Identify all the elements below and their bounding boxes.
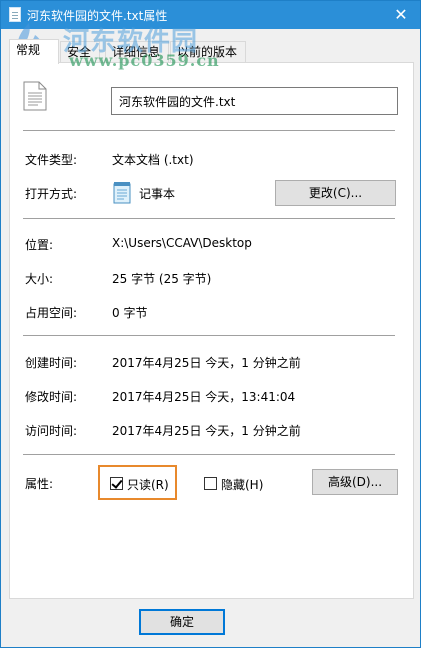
size-on-disk-label: 占用空间: [25, 306, 78, 320]
divider [23, 335, 395, 336]
opens-with-value: 记事本 [139, 187, 176, 201]
size-label: 大小: [25, 272, 54, 286]
accessed-label: 访问时间: [25, 424, 78, 438]
modified-value: 2017年4月25日 今天，13:41:04 [112, 390, 296, 404]
opens-with-label: 打开方式: [25, 187, 78, 201]
window-title: 河东软件园的文件.txt属性 [27, 9, 168, 23]
attributes-label: 属性: [25, 477, 54, 491]
properties-window: 河东软件园的文件.txt属性 ✕ 常规 安全 详细信息 以前的版本 河东软件园 … [0, 0, 421, 648]
file-type-value: 文本文档 (.txt) [112, 153, 194, 167]
close-button[interactable]: ✕ [386, 1, 416, 29]
tab-security[interactable]: 安全 [60, 41, 100, 63]
readonly-checkbox[interactable] [110, 477, 123, 490]
advanced-button[interactable]: 高级(D)... [312, 469, 398, 495]
modified-label: 修改时间: [25, 390, 78, 404]
readonly-label[interactable]: 只读(R) [127, 476, 169, 493]
hidden-label[interactable]: 隐藏(H) [221, 476, 263, 493]
text-file-icon [23, 81, 47, 111]
change-button[interactable]: 更改(C)... [275, 180, 396, 206]
text-file-icon [9, 7, 21, 22]
file-name-input[interactable] [111, 87, 398, 115]
ok-button[interactable]: 确定 [139, 609, 225, 635]
divider [23, 130, 395, 131]
created-label: 创建时间: [25, 356, 78, 370]
tab-general[interactable]: 常规 [9, 39, 59, 64]
accessed-value: 2017年4月25日 今天，1 分钟之前 [112, 424, 301, 438]
location-value: X:\Users\CCAV\Desktop [112, 236, 252, 250]
general-panel [9, 62, 414, 599]
divider [23, 454, 395, 455]
notepad-icon [113, 182, 131, 204]
location-label: 位置: [25, 238, 54, 252]
created-value: 2017年4月25日 今天，1 分钟之前 [112, 356, 301, 370]
divider [23, 218, 395, 219]
tab-details[interactable]: 详细信息 [105, 41, 169, 63]
size-on-disk-value: 0 字节 [112, 306, 148, 320]
size-value: 25 字节 (25 字节) [112, 272, 212, 286]
title-bar[interactable]: 河东软件园的文件.txt属性 ✕ [1, 1, 420, 29]
file-type-label: 文件类型: [25, 153, 78, 167]
hidden-checkbox[interactable] [204, 477, 217, 490]
tab-previous-versions[interactable]: 以前的版本 [170, 41, 246, 63]
